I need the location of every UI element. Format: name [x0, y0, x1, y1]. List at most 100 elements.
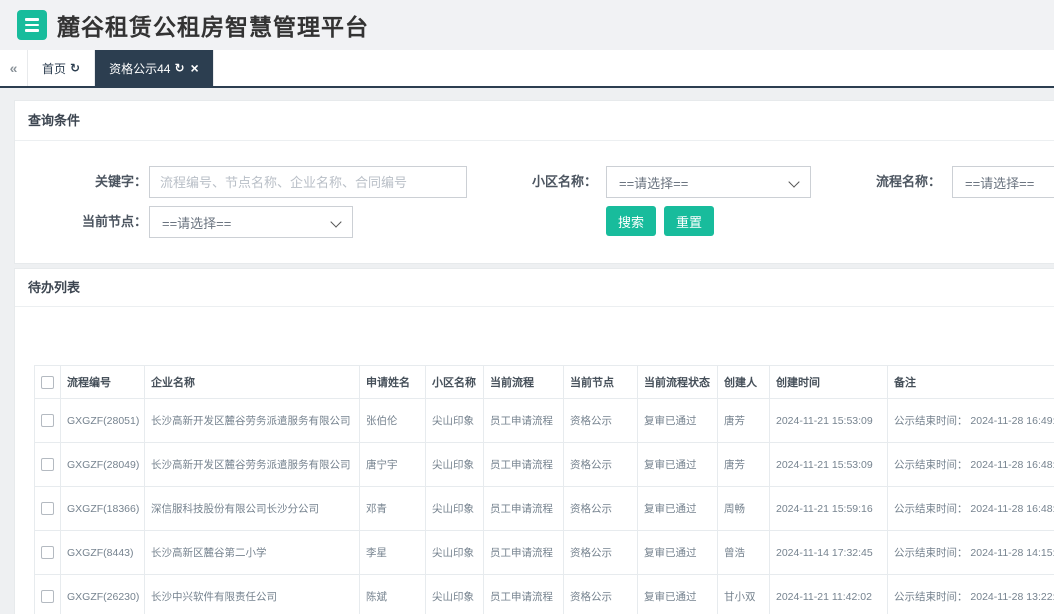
table-cell: GXGZF(28051) — [60, 398, 145, 443]
table-cell: 尖山印象 — [425, 398, 484, 443]
process-select-value: ==请选择== — [965, 175, 1035, 191]
select-all-checkbox[interactable] — [41, 375, 54, 389]
column-header: 当前流程 — [483, 365, 564, 399]
tab-home[interactable]: 首页 ↻ — [28, 50, 96, 86]
table-cell: 资格公示 — [563, 486, 638, 531]
row-select-cell — [34, 574, 61, 614]
query-panel-title: 查询条件 — [15, 101, 1054, 141]
table-cell: 公示结束时间： 2024-11-28 14:15:20 — [887, 530, 1054, 575]
table-cell: GXGZF(8443) — [60, 530, 145, 575]
table-cell: 2024-11-21 15:53:09 — [769, 398, 888, 443]
row-checkbox[interactable] — [41, 546, 54, 559]
search-button[interactable]: 搜索 — [606, 206, 657, 236]
refresh-icon[interactable]: ↻ — [70, 61, 80, 75]
row-select-cell — [34, 486, 61, 531]
table-cell: 2024-11-21 15:53:09 — [769, 442, 888, 487]
community-select[interactable]: ==请选择== — [606, 166, 811, 198]
column-header: 申请姓名 — [359, 365, 426, 399]
close-icon[interactable]: × — [191, 60, 199, 76]
table-cell: 公示结束时间： 2024-11-28 16:48:51 — [887, 486, 1054, 531]
double-left-icon: « — [9, 60, 18, 76]
app-header: 麓谷租赁公租房智慧管理平台 — [0, 0, 1054, 50]
table-cell: 长沙高新开发区麓谷劳务派遣服务有限公司 — [144, 398, 360, 443]
table-row: GXGZF(28051) 长沙高新开发区麓谷劳务派遣服务有限公司 张伯伦 尖山印象 员工… — [34, 398, 1054, 443]
node-select-value: ==请选择== — [162, 215, 232, 231]
table-cell: 长沙中兴软件有限责任公司 — [144, 574, 360, 614]
todo-table-wrap: 流程编号 企业名称 申请姓名 小区名称 当前流程 当前节点 当前流程状态 创建人 创建时间 备注 G… — [15, 307, 1054, 614]
column-header: 企业名称 — [144, 365, 360, 399]
table-cell: 员工申请流程 — [483, 530, 564, 575]
column-header: 创建时间 — [769, 365, 888, 399]
todo-panel-title: 待办列表 — [15, 269, 1054, 307]
community-label: 小区名称： — [531, 174, 597, 189]
row-select-cell — [34, 530, 61, 575]
query-panel: 查询条件 关键字： 小区名称： ==请选择== 流程名称： ==请选择== 当前… — [14, 100, 1054, 264]
app-title: 麓谷租赁公租房智慧管理平台 — [57, 14, 369, 40]
menu-icon[interactable] — [17, 10, 47, 40]
table-cell: 复审已通过 — [637, 442, 718, 487]
table-row: GXGZF(8443) 长沙高新区麓谷第二小学 李星 尖山印象 员工申请流程 资格公示 复审… — [34, 530, 1054, 575]
todo-panel: 待办列表 流程编号 企业名称 申请姓名 小区名称 当前流程 当前节点 当前流程状态 创建人 创建… — [14, 268, 1054, 614]
table-header-row: 流程编号 企业名称 申请姓名 小区名称 当前流程 当前节点 当前流程状态 创建人 创建时间 备注 — [34, 365, 1054, 399]
table-cell: 张伯伦 — [359, 398, 426, 443]
collapse-tabs-button[interactable]: « — [0, 50, 28, 86]
table-cell: 陈斌 — [359, 574, 426, 614]
table-cell: 复审已通过 — [637, 530, 718, 575]
tab-qualification-publicity[interactable]: 资格公示44 ↻ × — [95, 50, 214, 86]
table-cell: 唐芳 — [717, 398, 770, 443]
node-label: 当前节点： — [81, 214, 147, 229]
table-cell: 2024-11-21 15:59:16 — [769, 486, 888, 531]
table-row: GXGZF(18366) 深信服科技股份有限公司长沙分公司 邓青 尖山印象 员工申请流程… — [34, 486, 1054, 531]
process-label: 流程名称： — [875, 174, 941, 189]
table-cell: 李星 — [359, 530, 426, 575]
row-select-cell — [34, 398, 61, 443]
table-cell: 资格公示 — [563, 530, 638, 575]
community-select-value: ==请选择== — [619, 175, 689, 191]
row-checkbox[interactable] — [41, 502, 54, 515]
table-cell: 员工申请流程 — [483, 442, 564, 487]
chevron-down-icon — [788, 176, 800, 188]
table-cell: 尖山印象 — [425, 574, 484, 614]
table-cell: 深信服科技股份有限公司长沙分公司 — [144, 486, 360, 531]
select-all-cell — [34, 365, 61, 399]
table-cell: 长沙高新区麓谷第二小学 — [144, 530, 360, 575]
column-header: 备注 — [887, 365, 1054, 399]
row-checkbox[interactable] — [41, 414, 54, 427]
table-cell: 邓青 — [359, 486, 426, 531]
tab-bar: « 首页 ↻ 资格公示44 ↻ × — [0, 50, 1054, 88]
table-cell: 资格公示 — [563, 442, 638, 487]
table-cell: 甘小双 — [717, 574, 770, 614]
table-cell: 资格公示 — [563, 574, 638, 614]
row-select-cell — [34, 442, 61, 487]
table-cell: GXGZF(28049) — [60, 442, 145, 487]
column-header: 小区名称 — [425, 365, 484, 399]
table-cell: GXGZF(18366) — [60, 486, 145, 531]
reset-button[interactable]: 重置 — [664, 206, 715, 236]
content-area: 查询条件 关键字： 小区名称： ==请选择== 流程名称： ==请选择== 当前… — [0, 100, 1054, 614]
table-cell: 2024-11-14 17:32:45 — [769, 530, 888, 575]
keyword-label: 关键字： — [94, 174, 147, 189]
table-cell: 长沙高新开发区麓谷劳务派遣服务有限公司 — [144, 442, 360, 487]
table-cell: 公示结束时间： 2024-11-28 16:49:13 — [887, 398, 1054, 443]
todo-table: 流程编号 企业名称 申请姓名 小区名称 当前流程 当前节点 当前流程状态 创建人 创建时间 备注 G… — [34, 365, 1054, 614]
row-checkbox[interactable] — [41, 590, 54, 603]
table-cell: 尖山印象 — [425, 442, 484, 487]
keyword-input[interactable] — [149, 166, 467, 198]
table-cell: 唐芳 — [717, 442, 770, 487]
table-cell: 员工申请流程 — [483, 398, 564, 443]
table-row: GXGZF(26230) 长沙中兴软件有限责任公司 陈斌 尖山印象 员工申请流程 资格公示… — [34, 574, 1054, 614]
row-checkbox[interactable] — [41, 458, 54, 471]
table-cell: 唐宁宇 — [359, 442, 426, 487]
table-cell: 复审已通过 — [637, 398, 718, 443]
refresh-icon[interactable]: ↻ — [174, 61, 184, 75]
query-form: 关键字： 小区名称： ==请选择== 流程名称： ==请选择== 当前节点： =… — [15, 141, 1054, 263]
column-header: 当前节点 — [563, 365, 638, 399]
table-cell: 尖山印象 — [425, 530, 484, 575]
process-select[interactable]: ==请选择== — [952, 166, 1054, 198]
table-cell: 2024-11-21 11:42:02 — [769, 574, 888, 614]
column-header: 流程编号 — [60, 365, 145, 399]
node-select[interactable]: ==请选择== — [149, 206, 353, 238]
table-cell: 公示结束时间： 2024-11-28 16:48:57 — [887, 442, 1054, 487]
table-cell: 资格公示 — [563, 398, 638, 443]
table-cell: 曾浩 — [717, 530, 770, 575]
